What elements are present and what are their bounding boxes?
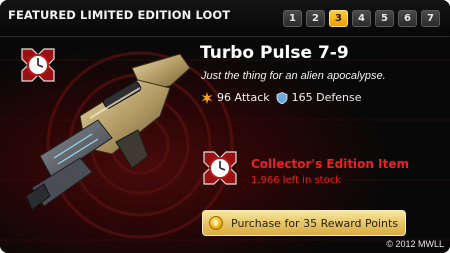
header-bar: FEATURED LIMITED EDITION LOOT 1 2 3 4 5 … xyxy=(0,0,450,37)
page-button-6[interactable]: 6 xyxy=(398,10,417,27)
item-tagline: Just the thing for an alien apocalypse. xyxy=(201,70,386,82)
limited-edition-clock-medal-icon xyxy=(21,48,55,82)
purchase-button[interactable]: Purchase for 35 Reward Points xyxy=(202,210,406,236)
section-title: FEATURED LIMITED EDITION LOOT xyxy=(8,8,231,22)
shield-icon xyxy=(276,91,288,104)
page-button-1[interactable]: 1 xyxy=(283,10,302,27)
featured-loot-panel: FEATURED LIMITED EDITION LOOT 1 2 3 4 5 … xyxy=(0,0,450,253)
collector-edition-title: Collector's Edition Item xyxy=(251,157,409,171)
defense-value: 165 Defense xyxy=(291,91,362,104)
burst-icon xyxy=(201,91,213,104)
collector-clock-medal-icon xyxy=(203,151,237,185)
copyright-text: © 2012 MWLL xyxy=(386,239,444,249)
page-button-7[interactable]: 7 xyxy=(421,10,440,27)
item-name: Turbo Pulse 7-9 xyxy=(200,43,349,63)
attack-value: 96 Attack xyxy=(217,91,270,104)
item-stats: 96 Attack 165 Defense xyxy=(201,91,361,104)
page-button-2[interactable]: 2 xyxy=(306,10,325,27)
page-button-5[interactable]: 5 xyxy=(375,10,394,27)
page-button-4[interactable]: 4 xyxy=(352,10,371,27)
coin-icon xyxy=(209,216,223,230)
stock-remaining: 1,966 left in stock xyxy=(251,175,342,186)
page-selector: 1 2 3 4 5 6 7 xyxy=(283,10,440,27)
purchase-label: Purchase for 35 Reward Points xyxy=(231,216,399,230)
page-button-3-active[interactable]: 3 xyxy=(329,10,348,27)
